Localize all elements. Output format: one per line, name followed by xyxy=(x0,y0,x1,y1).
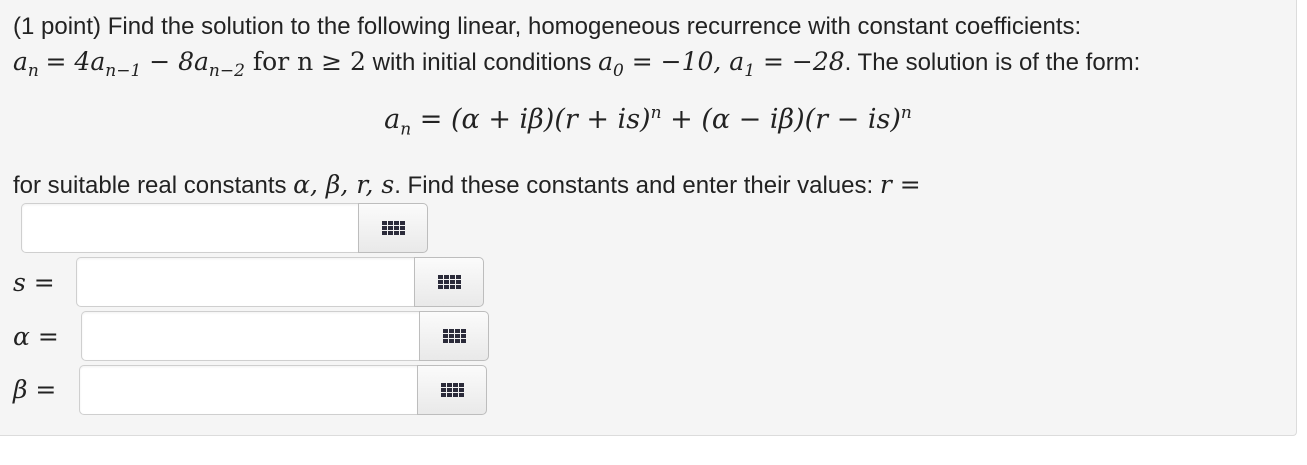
alpha-label: α = xyxy=(13,322,59,351)
s-answer-group xyxy=(76,257,484,307)
recurrence-lhs: an xyxy=(13,47,39,81)
solution-form-text: . The solution is of the form: xyxy=(844,49,1141,76)
r-label: r = xyxy=(879,170,921,199)
alpha-keypad-button[interactable] xyxy=(419,311,489,361)
problem-intro: (1 point) Find the solution to the follo… xyxy=(13,13,1082,40)
constants-text: for suitable real constants xyxy=(13,172,287,199)
beta-label: β = xyxy=(13,375,57,404)
initial-conditions-label: with initial conditions xyxy=(372,49,592,76)
constants-symbols: α, β, r, s xyxy=(293,170,395,199)
beta-answer-group xyxy=(79,365,487,415)
constants-tail: . Find these constants and enter their v… xyxy=(394,172,874,199)
r-keypad-button[interactable] xyxy=(358,203,428,253)
recurrence-rhs: = 4an−1 − 8an−2 for n ≥ 2 xyxy=(45,47,366,81)
s-keypad-button[interactable] xyxy=(414,257,484,307)
beta-input[interactable] xyxy=(79,365,418,415)
problem-panel: (1 point) Find the solution to the follo… xyxy=(0,0,1297,436)
keypad-grid-icon xyxy=(381,221,405,235)
constants-line: for suitable real constants α, β, r, s. … xyxy=(13,170,921,201)
solution-form-equation: an = (α + iβ)(r + is)n + (α − iβ)(r − is… xyxy=(384,103,912,140)
keypad-grid-icon xyxy=(437,275,461,289)
alpha-answer-group xyxy=(81,311,489,361)
keypad-grid-icon xyxy=(442,329,466,343)
r-answer-group xyxy=(21,203,428,253)
keypad-grid-icon xyxy=(440,383,464,397)
initial-conditions: a0 = −10, a1 = −28 xyxy=(598,47,845,81)
s-label: s = xyxy=(13,268,55,297)
s-input[interactable] xyxy=(76,257,415,307)
beta-keypad-button[interactable] xyxy=(417,365,487,415)
alpha-input[interactable] xyxy=(81,311,420,361)
recurrence-line: an = 4an−1 − 8an−2 for n ≥ 2 with initia… xyxy=(13,47,1141,81)
r-input[interactable] xyxy=(21,203,359,253)
